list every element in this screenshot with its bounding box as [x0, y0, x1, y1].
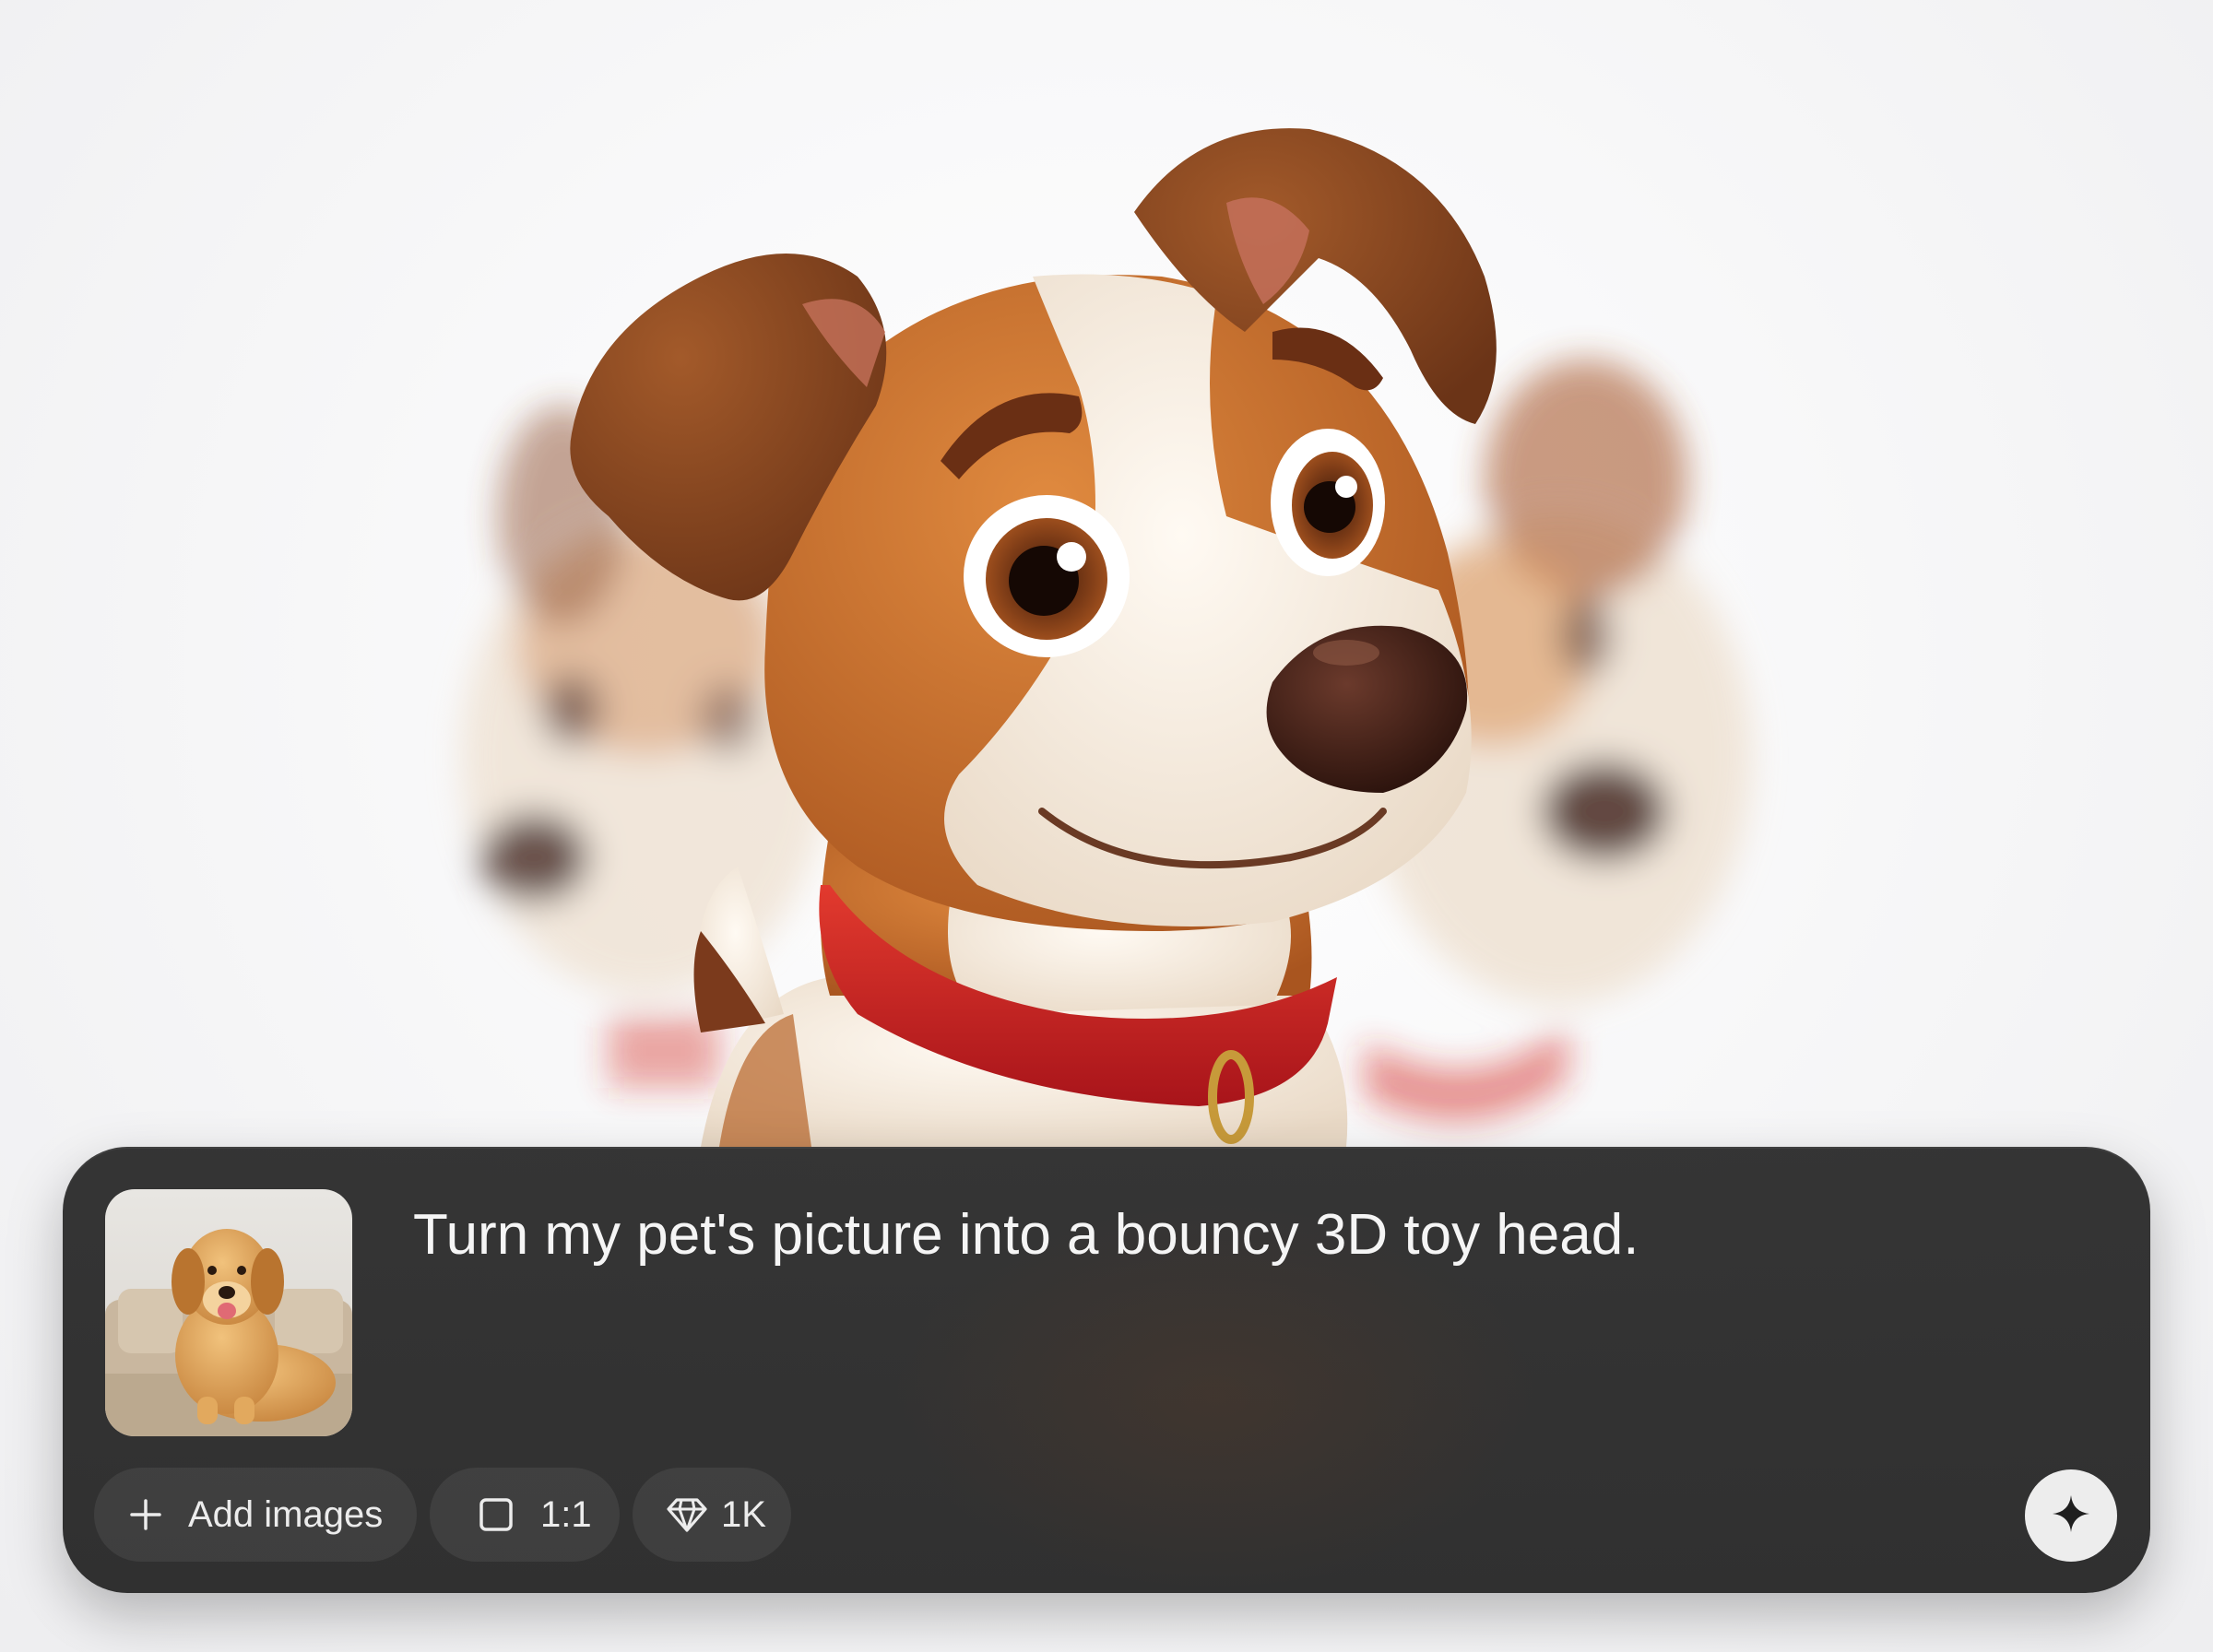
- diamond-icon: [666, 1496, 708, 1533]
- prompt-composer: Turn my pet's picture into a bouncy 3D t…: [63, 1147, 2150, 1593]
- resolution-label: 1K: [721, 1493, 766, 1535]
- generate-button[interactable]: [2025, 1469, 2117, 1562]
- golden-retriever-photo: [105, 1189, 352, 1436]
- plus-icon: [129, 1498, 162, 1531]
- add-images-label: Add images: [188, 1493, 384, 1535]
- resolution-button[interactable]: 1K: [633, 1468, 791, 1562]
- prompt-text[interactable]: Turn my pet's picture into a bouncy 3D t…: [413, 1200, 1639, 1270]
- sparkle-icon: [2051, 1493, 2091, 1539]
- aspect-ratio-button[interactable]: 1:1: [430, 1468, 620, 1562]
- aspect-ratio-label: 1:1: [540, 1493, 592, 1535]
- add-images-button[interactable]: Add images: [94, 1468, 417, 1562]
- reference-image-thumbnail[interactable]: [105, 1189, 352, 1436]
- square-icon: [478, 1496, 515, 1533]
